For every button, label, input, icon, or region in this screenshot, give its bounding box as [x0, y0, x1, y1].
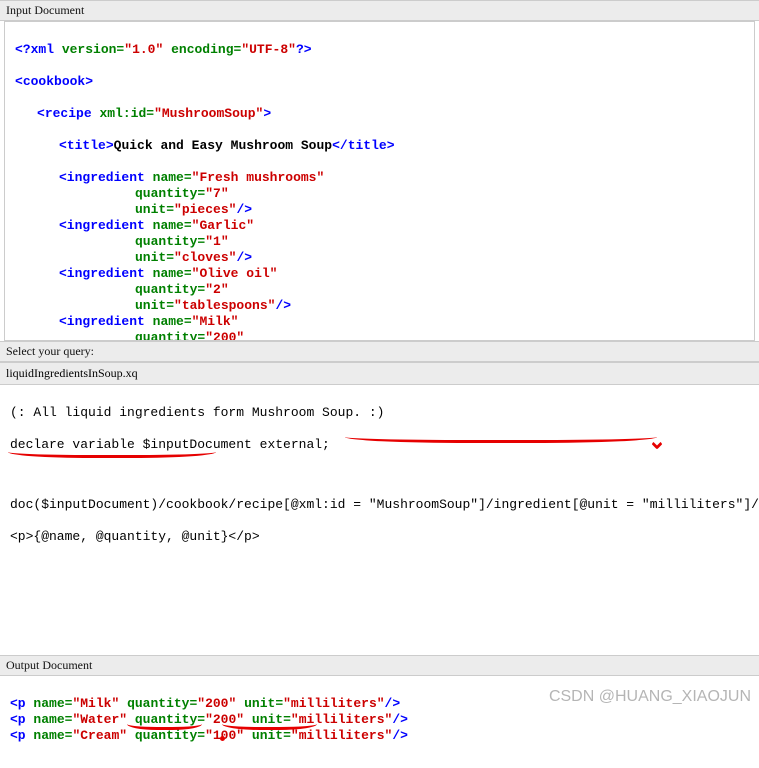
output-doc-header: Output Document — [0, 655, 759, 676]
query-file-selector[interactable]: liquidIngredientsInSoup.xq — [0, 362, 759, 385]
output-row: <p name="Water" quantity="200" unit="mil… — [10, 712, 749, 728]
query-panel: (: All liquid ingredients form Mushroom … — [0, 385, 759, 655]
query-line1: doc($inputDocument)/cookbook/recipe[@xml… — [10, 497, 749, 513]
query-line2: <p>{@name, @quantity, @unit}</p> — [10, 529, 749, 545]
query-declare: declare variable $inputDocument external… — [10, 437, 749, 453]
query-comment: (: All liquid ingredients form Mushroom … — [10, 405, 749, 421]
output-row: <p name="Milk" quantity="200" unit="mill… — [10, 696, 749, 712]
input-doc-panel: <?xml version="1.0" encoding="UTF-8"?> <… — [4, 21, 755, 341]
input-doc-header: Input Document — [0, 0, 759, 21]
output-doc-panel: <p name="Milk" quantity="200" unit="mill… — [0, 676, 759, 768]
select-query-header: Select your query: — [0, 341, 759, 362]
output-row: <p name="Cream" quantity="100" unit="mil… — [10, 728, 749, 744]
